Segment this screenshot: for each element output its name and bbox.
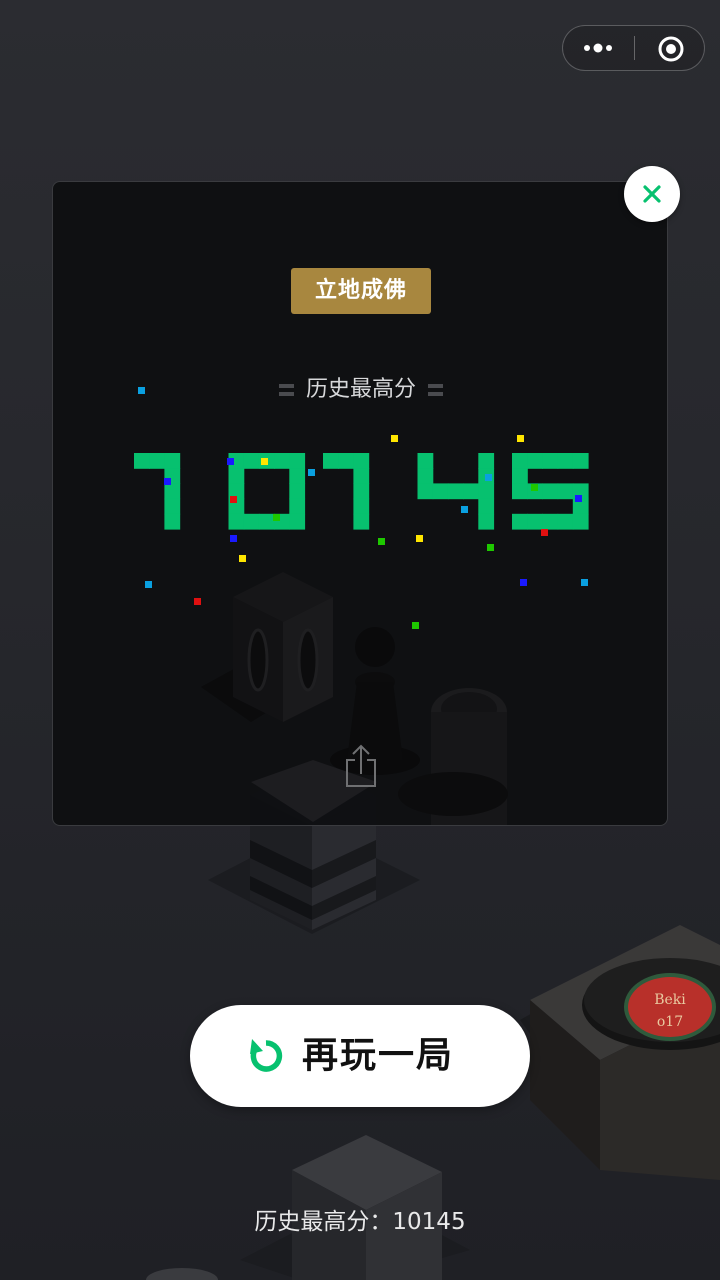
confetti-piece <box>164 478 171 485</box>
score-digit-pixel <box>542 483 559 500</box>
confetti-piece <box>517 435 524 442</box>
score-digit-pixel <box>572 513 589 530</box>
confetti-piece <box>541 529 548 536</box>
footer-highscore: 历史最高分：10145 <box>254 1209 466 1235</box>
confetti-piece <box>575 495 582 502</box>
score-digit-pixel <box>353 483 370 500</box>
score-digit-pixel <box>323 453 339 469</box>
score-digit-pixel <box>164 483 181 500</box>
score-digit-pixel <box>542 453 559 469</box>
score-digit-pixel <box>243 453 260 469</box>
score-display: 10145 <box>134 387 589 629</box>
share-icon <box>346 744 376 787</box>
score-digit-pixel <box>289 513 306 530</box>
confetti-piece <box>145 581 152 588</box>
confetti-piece <box>531 484 538 491</box>
confetti-piece <box>581 579 588 586</box>
replay-icon <box>250 1039 283 1072</box>
confetti-piece <box>138 387 145 394</box>
score-digit-pixel <box>527 513 543 530</box>
score-digit-pixel <box>557 453 574 469</box>
score-digit-pixel <box>243 513 260 530</box>
confetti-piece <box>391 435 398 442</box>
record-label-line2: o17 <box>657 1014 683 1030</box>
confetti-piece <box>485 474 492 481</box>
confetti-piece <box>416 535 423 542</box>
score-digit-pixel <box>353 498 370 515</box>
confetti-piece <box>378 538 385 545</box>
score-digit-pixel <box>542 513 559 530</box>
score-digit-pixel <box>228 468 245 484</box>
exit-button[interactable] <box>635 26 705 70</box>
close-button[interactable] <box>624 166 680 222</box>
score-digit-pixel <box>478 498 495 515</box>
score-digit-pixel <box>478 513 495 530</box>
confetti-piece <box>520 579 527 586</box>
mini-program-capsule <box>562 25 705 71</box>
confetti-piece <box>194 598 201 605</box>
score-digit-pixel <box>149 453 165 469</box>
target-icon <box>658 36 684 62</box>
score-digit-pixel <box>258 513 275 530</box>
replay-button[interactable]: 再玩一局 <box>190 1005 530 1107</box>
confetti-piece <box>412 622 419 629</box>
confetti-piece <box>273 514 280 521</box>
score-digit-pixel <box>417 453 434 469</box>
score-digit-pixel <box>432 483 449 500</box>
confetti-piece <box>230 496 237 503</box>
score-digit-pixel <box>447 483 464 500</box>
score-digit-pixel <box>512 468 528 484</box>
confetti-piece <box>261 458 268 465</box>
more-button[interactable] <box>563 26 633 70</box>
score-digit-pixel <box>228 513 245 530</box>
score-digit-pixel <box>527 453 543 469</box>
score-digit-pixel <box>289 468 306 484</box>
confetti-piece <box>461 506 468 513</box>
score-digit-pixel <box>417 483 434 500</box>
score-digit-pixel <box>512 483 528 500</box>
record-block <box>520 925 720 1180</box>
score-digit-pixel <box>274 453 290 469</box>
more-dots-icon <box>584 43 612 53</box>
score-digit-pixel <box>557 483 574 500</box>
score-digit-pixel <box>134 453 150 469</box>
score-digit-pixel <box>417 468 434 484</box>
close-icon <box>643 185 661 203</box>
score-digit-pixel <box>164 498 181 515</box>
score-digit-pixel <box>164 513 181 530</box>
score-digit-pixel <box>572 453 589 469</box>
confetti-piece <box>487 544 494 551</box>
replay-label: 再玩一局 <box>302 1035 455 1076</box>
confetti-piece <box>230 535 237 542</box>
score-modal: 立地成佛 历史最高分 10145 <box>52 181 668 826</box>
score-digit-pixel <box>164 453 181 469</box>
confetti-piece <box>239 555 246 562</box>
score-digit-pixel <box>512 453 528 469</box>
pixel-digits <box>134 453 589 530</box>
score-digit-pixel <box>557 513 574 530</box>
score-digit-pixel <box>478 453 495 469</box>
score-digit-pixel <box>478 483 495 500</box>
score-digit-pixel <box>512 513 528 530</box>
share-button[interactable] <box>343 744 379 788</box>
record-label-line1: Beki <box>654 992 686 1008</box>
score-digit-pixel <box>289 498 306 515</box>
score-digit-pixel <box>289 483 306 500</box>
score-digit-pixel <box>289 453 306 469</box>
confetti-piece <box>227 458 234 465</box>
score-digit-pixel <box>353 453 370 469</box>
score-digit-pixel <box>353 513 370 530</box>
score-digit-pixel <box>338 453 354 469</box>
score-digit-pixel <box>353 468 370 484</box>
score-digit-pixel <box>463 483 479 500</box>
confetti-piece <box>308 469 315 476</box>
